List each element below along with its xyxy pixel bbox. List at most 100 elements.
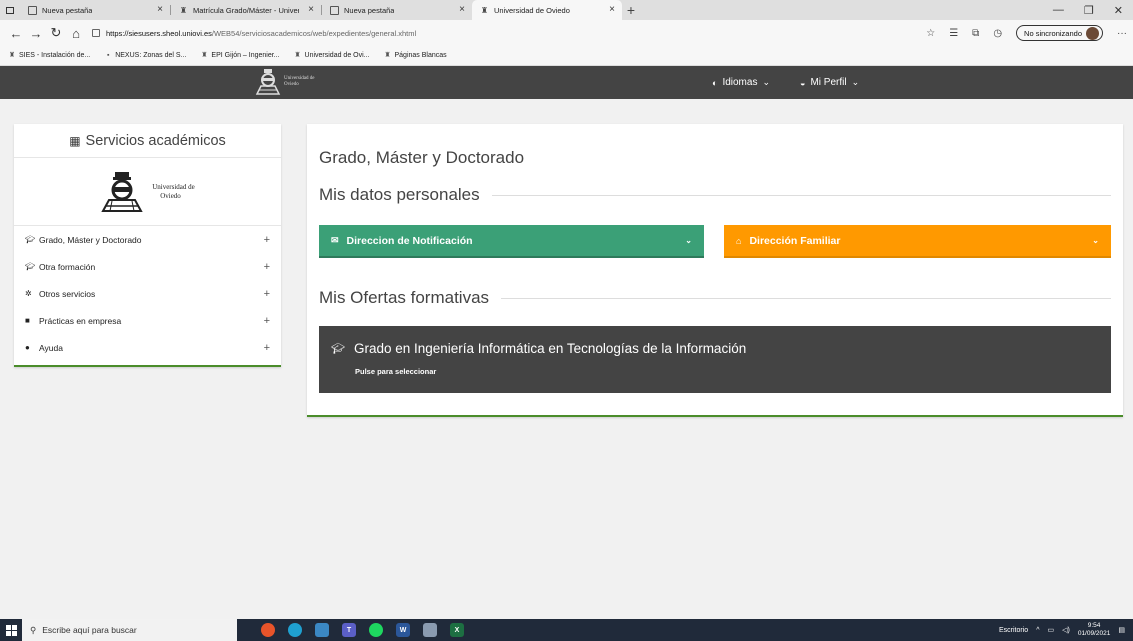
collections-icon[interactable]: ⧉ xyxy=(972,28,979,39)
more-icon[interactable]: ··· xyxy=(1117,28,1127,39)
sidebar-item-label: Otros servicios xyxy=(39,288,96,299)
home-icon[interactable]: ⌂ xyxy=(66,26,86,41)
restore-icon[interactable]: ❐ xyxy=(1084,4,1094,17)
bookmark-label: NEXUS: Zonas del S... xyxy=(115,52,187,59)
favorites-icon[interactable]: ☰ xyxy=(949,28,958,39)
url-field[interactable]: https://siesusers.sheol.uniovi.es/WEB54/… xyxy=(92,29,416,38)
family-address-panel[interactable]: ⌂ Dirección Familiar ⌄ xyxy=(724,225,1111,258)
university-seal-icon: ♜ xyxy=(294,51,301,59)
site-logo[interactable]: Universidad de Oviedo xyxy=(255,68,314,96)
main-content-card: Grado, Máster y Doctorado Mis datos pers… xyxy=(307,124,1123,417)
expand-icon[interactable]: + xyxy=(264,261,270,273)
close-icon[interactable]: × xyxy=(609,4,615,15)
bookmarks-bar: ♜ SIES - Instalación de... ▪ NEXUS: Zonas … xyxy=(0,46,1133,66)
globe-icon: ◐ xyxy=(712,77,718,88)
history-icon[interactable]: ◷ xyxy=(993,28,1002,39)
taskbar-search-input[interactable]: ⚲ Escribe aquí para buscar xyxy=(22,619,237,641)
browser-tab[interactable]: ♜ Matrícula Grado/Máster - Univer × xyxy=(171,0,321,20)
clock-time: 9:54 xyxy=(1087,622,1101,629)
browser-tab[interactable]: p Nueva pestaña × xyxy=(20,0,170,20)
spotify-icon[interactable] xyxy=(369,623,383,637)
university-seal-icon: ♜ xyxy=(201,51,208,59)
chrome-icon[interactable] xyxy=(261,623,275,637)
bookmark-item[interactable]: ♜ Universidad de Ovi... xyxy=(294,51,370,60)
start-button[interactable] xyxy=(0,619,22,641)
notifications-icon[interactable]: ▤ xyxy=(1118,626,1125,634)
excel-icon[interactable]: X xyxy=(450,623,464,637)
sidebar-title-text: Servicios académicos xyxy=(85,132,226,149)
bookmark-label: Universidad de Ovi... xyxy=(304,52,370,59)
home-icon: ⌂ xyxy=(736,235,742,246)
network-icon[interactable]: ▭ xyxy=(1047,626,1054,634)
page-icon: p xyxy=(330,5,339,15)
edge-icon[interactable] xyxy=(288,623,302,637)
bookmark-icon: ▪ xyxy=(106,51,110,59)
avatar xyxy=(1086,26,1099,40)
close-icon[interactable]: × xyxy=(157,4,163,15)
graduation-cap-icon: 🎓︎ xyxy=(331,343,345,355)
sidebar-item-otros-servicios[interactable]: ✲ Otros servicios + xyxy=(14,280,281,307)
close-icon[interactable]: × xyxy=(459,4,465,15)
sidebar-item-otra-formacion[interactable]: 🎓︎ Otra formación + xyxy=(14,253,281,280)
sidebar-item-practicas[interactable]: ■ Prácticas en empresa + xyxy=(14,307,281,334)
windows-logo-icon xyxy=(5,624,17,636)
offer-hint: Pulse para seleccionar xyxy=(355,367,437,376)
close-icon[interactable]: × xyxy=(308,4,314,15)
bookmark-item[interactable]: ♜ SIES - Instalación de... xyxy=(8,52,90,60)
profile-menu[interactable]: ◒ Mi Perfil ⌄ xyxy=(800,77,859,88)
browser-tab-active[interactable]: ♜ Universidad de Oviedo × xyxy=(472,0,622,20)
profile-label: Mi Perfil xyxy=(810,77,847,88)
desktop-label[interactable]: Escritorio xyxy=(999,627,1028,634)
expand-icon[interactable]: + xyxy=(264,315,270,327)
sidebar-item-ayuda[interactable]: ● Ayuda + xyxy=(14,334,281,361)
expand-icon[interactable]: + xyxy=(264,234,270,246)
url-host: https://siesusers.sheol.uniovi.es xyxy=(106,28,212,38)
sidebar-title: ▦ Servicios académicos xyxy=(14,124,281,158)
sidebar-item-label: Grado, Máster y Doctorado xyxy=(39,234,142,245)
chevron-down-icon: ⌄ xyxy=(1092,236,1099,245)
word-icon[interactable]: W xyxy=(396,623,410,637)
gear-icon: ✲ xyxy=(25,289,32,298)
expand-icon[interactable]: + xyxy=(264,342,270,354)
bookmark-item[interactable]: ▪ NEXUS: Zonas del S... xyxy=(104,52,186,60)
bookmark-item[interactable]: ♜ EPI Gijón – Ingenier... xyxy=(200,52,279,60)
new-tab-button[interactable]: + xyxy=(622,0,640,20)
services-sidebar: ▦ Servicios académicos Universidad de Ov… xyxy=(14,124,281,367)
refresh-icon[interactable]: ↻ xyxy=(46,25,66,41)
envelope-icon: ✉ xyxy=(331,235,339,245)
sidebar-item-label: Ayuda xyxy=(39,342,63,353)
offers-section-header: Mis Ofertas formativas xyxy=(319,288,1111,308)
volume-icon[interactable]: ◁) xyxy=(1062,626,1070,634)
file-explorer-icon[interactable] xyxy=(315,623,329,637)
languages-menu[interactable]: ◐ Idiomas ⌄ xyxy=(712,77,770,88)
logo-line: Universidad de xyxy=(152,182,195,191)
sidebar-item-grado[interactable]: 🎓︎ Grado, Máster y Doctorado + xyxy=(14,226,281,253)
clock[interactable]: 9:54 01/09/2021 xyxy=(1078,622,1111,638)
page-title: Grado, Máster y Doctorado xyxy=(319,148,525,167)
lock-icon xyxy=(92,29,100,37)
chevron-down-icon: ⌄ xyxy=(685,236,692,245)
back-icon[interactable]: ← xyxy=(6,26,26,41)
notification-address-panel[interactable]: ✉ Direccion de Notificación ⌄ xyxy=(319,225,704,258)
clock-date: 01/09/2021 xyxy=(1077,630,1111,637)
forward-icon[interactable]: → xyxy=(26,26,46,41)
graduation-cap-icon: 🎓︎ xyxy=(25,235,36,244)
windows-taskbar: ⚲ Escribe aquí para buscar T W X Escrito… xyxy=(0,619,1133,641)
expand-icon[interactable]: + xyxy=(264,288,270,300)
browser-tab[interactable]: p Nueva pestaña × xyxy=(322,0,472,20)
personal-data-section-header: Mis datos personales xyxy=(319,185,1111,205)
chevron-up-icon[interactable]: ^ xyxy=(1036,627,1039,634)
panel-label: Dirección Familiar xyxy=(749,234,841,247)
training-offer-card[interactable]: 🎓︎ Grado en Ingeniería Informática en Te… xyxy=(319,326,1111,393)
offer-title-text: Grado en Ingeniería Informática en Tecno… xyxy=(353,341,747,356)
minimize-icon[interactable]: — xyxy=(1053,4,1064,16)
window-controls: — ❐ ✕ xyxy=(1053,0,1133,20)
profile-sync-button[interactable]: No sincronizando xyxy=(1016,25,1103,41)
app-icon[interactable] xyxy=(423,623,437,637)
teams-icon[interactable]: T xyxy=(342,623,356,637)
bookmark-item[interactable]: ♜ Páginas Blancas xyxy=(384,52,446,60)
read-aloud-icon[interactable]: ☆ xyxy=(926,28,935,39)
tab-actions-icon[interactable] xyxy=(0,0,20,20)
site-logo-text: Universidad de Oviedo xyxy=(284,76,314,88)
close-window-icon[interactable]: ✕ xyxy=(1114,4,1123,17)
